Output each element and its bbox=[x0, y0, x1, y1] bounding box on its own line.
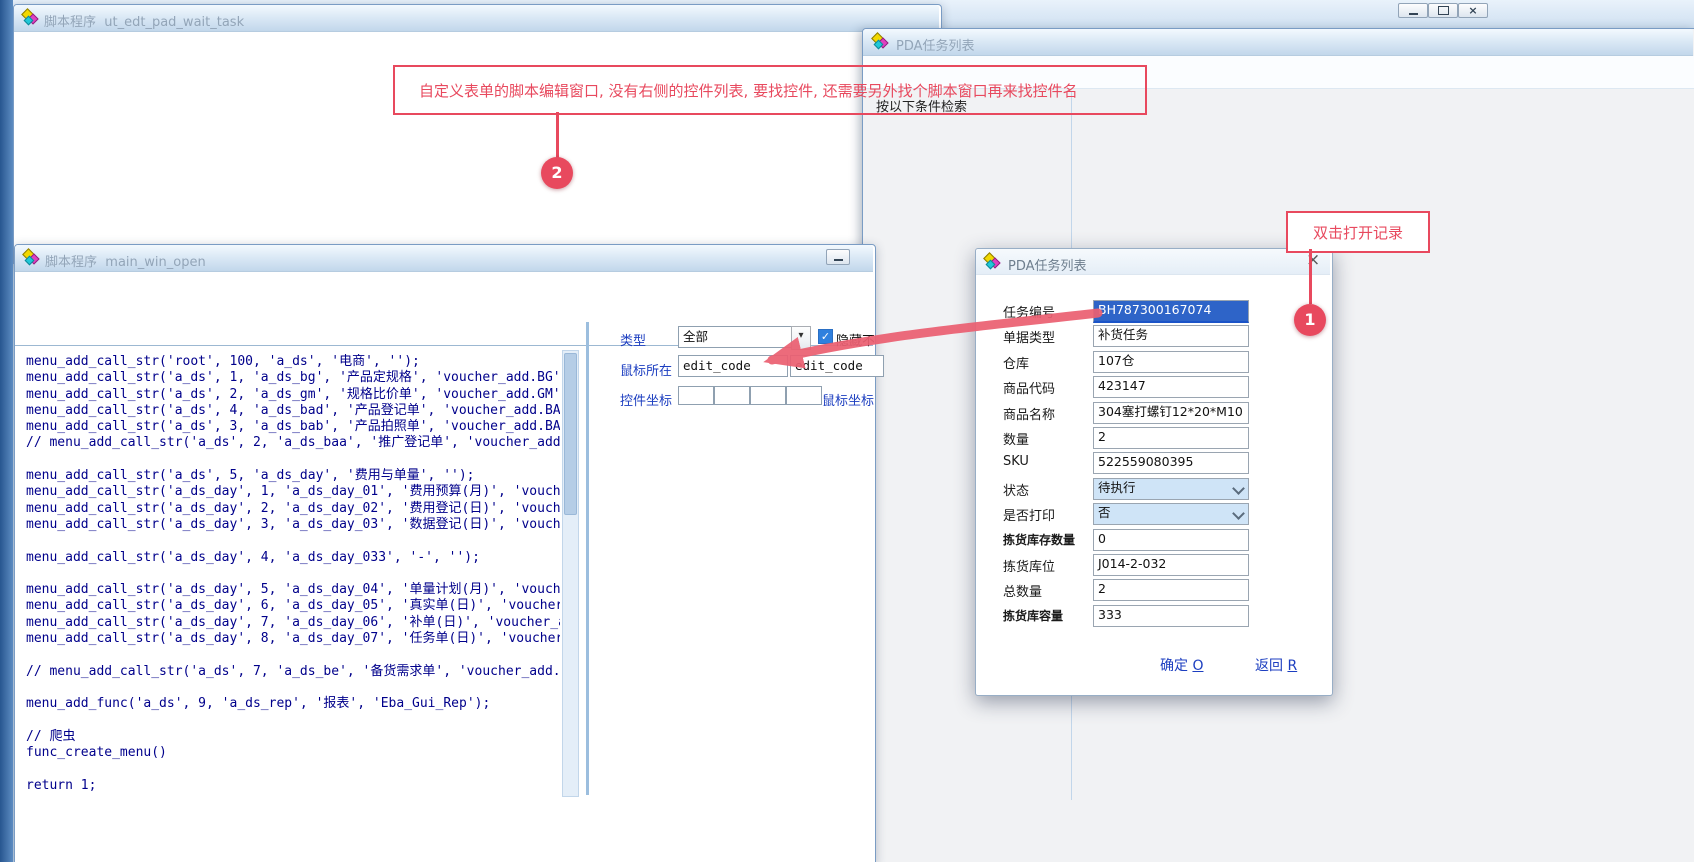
mouse-over-control-field[interactable]: edit_code bbox=[678, 355, 788, 377]
window-script-top-title: 脚本程序 ut_edt_pad_wait_task bbox=[44, 11, 244, 30]
coord-field-4[interactable] bbox=[786, 386, 822, 405]
control-type-label: 类型 bbox=[620, 330, 646, 349]
dialog-field-label-3: 仓库 bbox=[1003, 353, 1029, 372]
dialog-field-label-7: SKU bbox=[1003, 454, 1029, 469]
annotation-note-dialog: 双击打开记录 bbox=[1286, 211, 1430, 253]
dialog-field-11[interactable]: J014-2-032 bbox=[1093, 554, 1249, 576]
pda-app-icon bbox=[872, 33, 888, 49]
window-pda-titlebar[interactable] bbox=[863, 29, 1693, 56]
minimize-icon bbox=[834, 259, 843, 261]
control-type-select[interactable]: 全部 bbox=[678, 326, 800, 348]
mouse-over-control-field-2[interactable]: edit_code bbox=[790, 355, 884, 377]
dialog-field-6[interactable]: 2 bbox=[1093, 427, 1249, 449]
dialog-field-label-11: 拣货库位 bbox=[1003, 556, 1055, 575]
dialog-field-1[interactable]: BH787300167074 bbox=[1093, 300, 1249, 323]
dialog-field-label-12: 总数量 bbox=[1003, 581, 1042, 600]
dialog-confirm-button[interactable]: 确定 O bbox=[1160, 655, 1203, 675]
maximize-button[interactable] bbox=[1428, 3, 1458, 18]
dialog-field-12[interactable]: 2 bbox=[1093, 579, 1249, 601]
dialog-field-3[interactable]: 107仓 bbox=[1093, 351, 1249, 373]
dialog-field-7[interactable]: 522559080395 bbox=[1093, 452, 1249, 474]
dialog-return-button[interactable]: 返回 R bbox=[1255, 655, 1297, 675]
dialog-field-2[interactable]: 补货任务 bbox=[1093, 325, 1249, 347]
dialog-select-8[interactable]: 待执行 bbox=[1093, 478, 1249, 500]
dialog-field-label-6: 数量 bbox=[1003, 429, 1029, 448]
coord-field-2[interactable] bbox=[714, 386, 750, 405]
dialog-field-4[interactable]: 423147 bbox=[1093, 376, 1249, 398]
hide-invisible-checkbox[interactable]: ✓ bbox=[818, 329, 833, 344]
dialog-field-13[interactable]: 333 bbox=[1093, 605, 1249, 627]
dialog-field-label-13: 拣货库容量 bbox=[1003, 607, 1063, 624]
minimize-icon bbox=[1409, 13, 1418, 15]
close-button[interactable]: × bbox=[1458, 3, 1488, 18]
window-script-bottom-title: 脚本程序 main_win_open bbox=[45, 251, 206, 270]
dialog-select-9[interactable]: 否 bbox=[1093, 503, 1249, 525]
annotation-line-2 bbox=[556, 112, 559, 158]
minimize-button[interactable] bbox=[826, 249, 850, 265]
annotation-badge-2: 2 bbox=[541, 157, 573, 189]
window-script-top bbox=[13, 4, 942, 264]
coord-field-3[interactable] bbox=[750, 386, 786, 405]
maximize-icon bbox=[1438, 6, 1449, 15]
dialog-app-icon bbox=[984, 253, 1000, 269]
annotation-badge-1: 1 bbox=[1294, 304, 1326, 336]
control-coord-label: 控件坐标 bbox=[620, 390, 672, 409]
dialog-field-label-2: 单据类型 bbox=[1003, 327, 1055, 346]
script-bottom-code[interactable]: menu_add_call_str('root', 100, 'a_ds', '… bbox=[26, 354, 560, 795]
hide-invisible-label: 隐藏不可见项 bbox=[836, 330, 874, 349]
code-scrollbar-thumb[interactable] bbox=[564, 353, 577, 515]
minimize-button[interactable] bbox=[1398, 3, 1428, 18]
dialog-field-5[interactable]: 304塞打螺钉12*20*M10 bbox=[1093, 402, 1249, 424]
dialog-field-label-4: 商品代码 bbox=[1003, 378, 1055, 397]
dialog-field-10[interactable]: 0 bbox=[1093, 529, 1249, 551]
window-pda-title: PDA任务列表 bbox=[896, 35, 975, 54]
desktop: 脚本程序 ut_edt_pad_wait_task PDA任务列表 按以下条件检… bbox=[0, 0, 1694, 862]
control-type-dropdown-button[interactable]: ▾ bbox=[791, 326, 811, 350]
dialog-field-label-8: 状态 bbox=[1003, 480, 1029, 499]
code-panel-separator[interactable] bbox=[586, 322, 589, 795]
annotation-note-dialog-text: 双击打开记录 bbox=[1313, 222, 1403, 243]
annotation-note-main: 自定义表单的脚本编辑窗口, 没有右侧的控件列表, 要找控件, 还需要另外找个脚本… bbox=[393, 65, 1147, 115]
annotation-line-1 bbox=[1309, 249, 1312, 304]
dialog-title: PDA任务列表 bbox=[1008, 255, 1087, 274]
close-icon: × bbox=[1468, 5, 1477, 16]
dialog-field-label-1: 任务编号 bbox=[1003, 302, 1055, 321]
chevron-down-icon bbox=[1232, 507, 1245, 520]
dialog-field-label-10: 拣货库存数量 bbox=[1003, 531, 1075, 548]
dialog-field-label-5: 商品名称 bbox=[1003, 404, 1055, 423]
script-app-icon bbox=[22, 9, 38, 25]
mouse-over-label: 鼠标所在 bbox=[620, 360, 672, 379]
script2-app-icon bbox=[23, 249, 39, 265]
left-window-strip[interactable] bbox=[0, 0, 13, 862]
annotation-note-main-text: 自定义表单的脚本编辑窗口, 没有右侧的控件列表, 要找控件, 还需要另外找个脚本… bbox=[419, 80, 1078, 101]
dialog-field-label-9: 是否打印 bbox=[1003, 505, 1055, 524]
mouse-coord-label: 鼠标坐标 bbox=[822, 390, 874, 409]
chevron-down-icon bbox=[1232, 482, 1245, 495]
coord-field-1[interactable] bbox=[678, 386, 714, 405]
